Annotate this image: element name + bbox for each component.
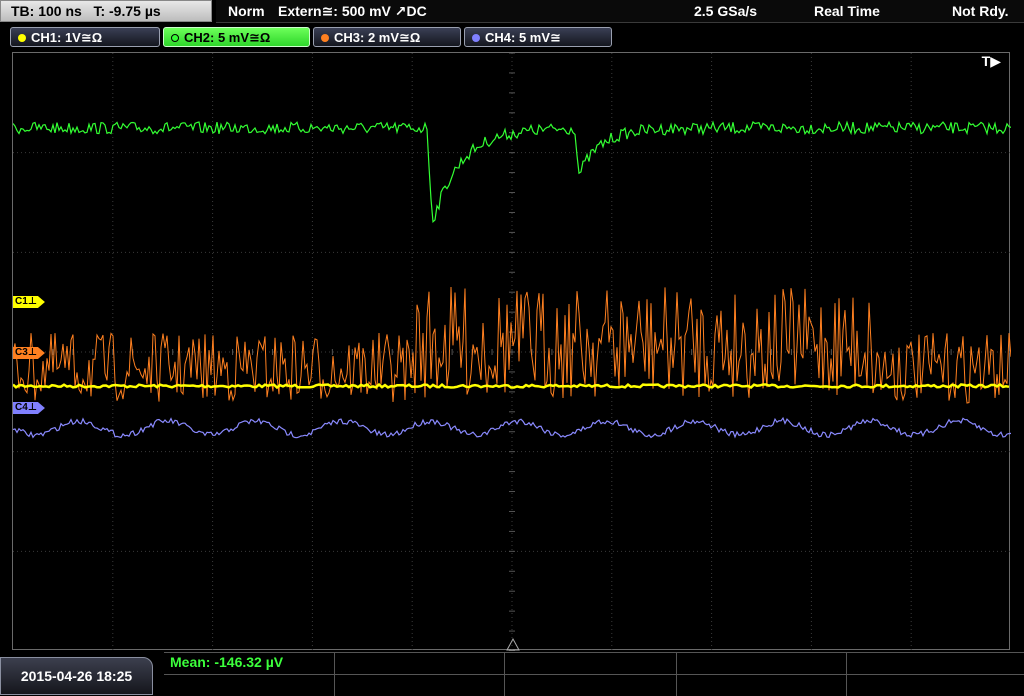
run-status: Not Rdy. — [952, 3, 1009, 19]
channel-2-color-dot — [171, 34, 179, 42]
channel-3-tab[interactable]: CH3: 2 mV≅Ω — [313, 27, 461, 47]
trigger-position-marker[interactable] — [506, 637, 520, 651]
channel-4-color-dot — [472, 34, 480, 42]
mean-measurement[interactable]: Mean: -146.32 µV — [170, 654, 283, 670]
channel-4-tab[interactable]: CH4: 5 mV≅ — [464, 27, 612, 47]
measurement-cell-divider — [504, 653, 505, 696]
channel-2-tab[interactable]: CH2: 5 mV≅Ω — [163, 27, 310, 47]
channel-3-color-dot — [321, 34, 329, 42]
measurement-panel: Mean: -146.32 µV — [164, 652, 1024, 696]
channel-2-label: CH2: 5 mV≅Ω — [184, 30, 271, 45]
measurement-cell-divider — [676, 653, 677, 696]
channel-4-label: CH4: 5 mV≅ — [485, 30, 561, 45]
top-status-bar: TB: 100 ns T: -9.75 µs Norm Extern≅: 500… — [0, 0, 1024, 24]
measurement-cell-divider — [846, 653, 847, 696]
channel-3-label: CH3: 2 mV≅Ω — [334, 30, 421, 45]
channel-1-tab[interactable]: CH1: 1V≅Ω — [10, 27, 160, 47]
waveform-display[interactable]: T▶ C1⊥ C3⊥ C4⊥ — [12, 52, 1011, 651]
sample-rate: 2.5 GSa/s — [694, 3, 758, 19]
channel-1-waveform — [13, 382, 1010, 390]
channel-2-waveform — [13, 120, 1011, 224]
date-time: 2015-04-26 18:25 — [0, 657, 153, 695]
timebase-readout[interactable]: TB: 100 ns T: -9.75 µs — [0, 0, 212, 22]
channel-1-label: CH1: 1V≅Ω — [31, 30, 103, 45]
measurement-cell-divider — [334, 653, 335, 696]
acquisition-status: Norm Extern≅: 500 mV ↗DC 2.5 GSa/s Real … — [216, 0, 1024, 23]
trigger-source[interactable]: Extern≅: 500 mV ↗DC — [278, 0, 427, 22]
trigger-level-tag[interactable]: T▶ — [982, 53, 1001, 70]
trigger-mode[interactable]: Norm — [228, 0, 265, 22]
acquisition-mode[interactable]: Real Time — [814, 0, 880, 22]
channel-1-color-dot — [18, 34, 26, 42]
measurement-divider — [164, 674, 1024, 675]
waveform-grid — [13, 53, 1011, 651]
